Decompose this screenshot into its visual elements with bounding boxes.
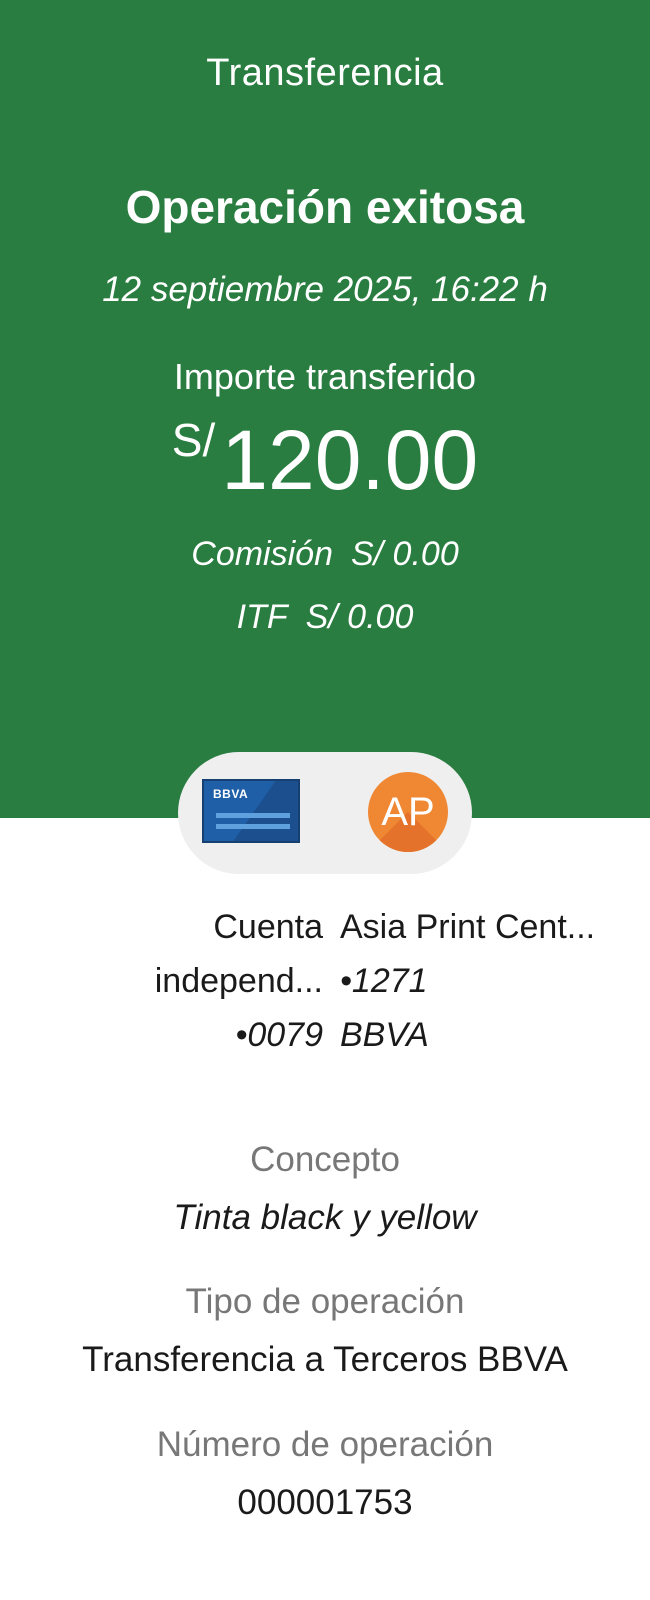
transfer-parties-pill: BBVA AP — [178, 752, 472, 874]
currency-symbol: S/ — [171, 414, 216, 466]
operation-number-value: 000001753 — [237, 1483, 413, 1522]
destination-account: Asia Print Cent... •1271 BBVA — [340, 900, 640, 1062]
origin-account-number: •0079 — [235, 1016, 323, 1054]
commission-value: S/ 0.00 — [350, 535, 459, 573]
origin-account: Cuenta independ... •0079 — [23, 900, 323, 1062]
operation-datetime: 12 septiembre 2025, 16:22 h — [102, 270, 548, 309]
bbva-card-icon: BBVA — [202, 779, 300, 843]
origin-account-name-2: independ... — [154, 962, 323, 1000]
concept-section: Concepto Tinta black y yellow — [0, 1140, 650, 1238]
operation-status: Operación exitosa — [125, 181, 525, 233]
commission-line: Comisión S/ 0.00 — [0, 535, 650, 574]
itf-label: ITF — [236, 598, 288, 636]
operation-number-label: Número de operación — [156, 1425, 494, 1464]
itf-value: S/ 0.00 — [305, 598, 414, 636]
amount-label: Importe transferido — [173, 356, 477, 397]
destination-bank: BBVA — [340, 1016, 429, 1054]
destination-avatar: AP — [368, 772, 448, 852]
commission-label: Comisión — [191, 535, 333, 573]
success-header: Transferencia Operación exitosa 12 septi… — [0, 0, 650, 818]
itf-line: ITF S/ 0.00 — [0, 598, 650, 637]
operation-type-section: Tipo de operación Transferencia a Tercer… — [0, 1282, 650, 1380]
avatar-initials: AP — [381, 790, 435, 834]
concept-label: Concepto — [250, 1140, 400, 1179]
operation-number-section: Número de operación 000001753 — [0, 1425, 650, 1523]
amount-value: 120.00 — [221, 413, 479, 507]
origin-account-name-1: Cuenta — [213, 908, 323, 946]
transferred-amount: S/120.00 — [0, 410, 650, 535]
destination-account-name: Asia Print Cent... — [340, 908, 596, 946]
concept-value: Tinta black y yellow — [173, 1198, 477, 1237]
operation-type-label: Tipo de operación — [185, 1282, 465, 1321]
destination-account-number: •1271 — [340, 962, 428, 1000]
card-brand-label: BBVA — [213, 787, 249, 801]
page-title: Transferencia — [206, 52, 444, 94]
operation-type-value: Transferencia a Terceros BBVA — [82, 1340, 568, 1379]
